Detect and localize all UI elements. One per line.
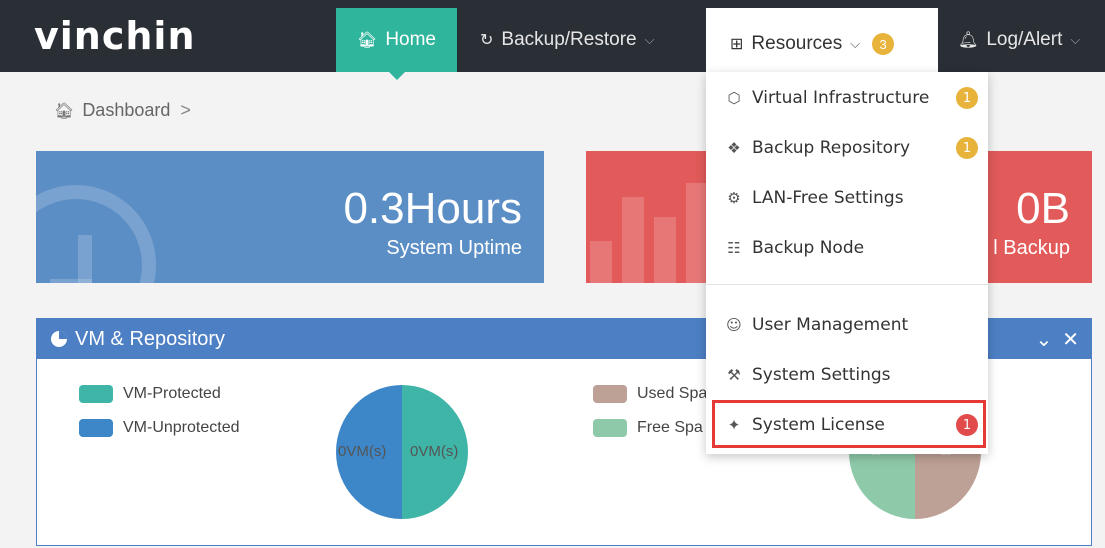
chevron-down-icon: ⌵ [1070,32,1081,47]
legend-label: Used Spa [637,385,708,402]
menu-item-lan-free-settings[interactable]: ⚙ LAN-Free Settings [706,178,988,218]
system-license-highlight [712,400,986,448]
nav-log-alert[interactable]: 🔔︎ Log/Alert ⌵ [958,8,1080,72]
nav-resources[interactable]: ⊞ Resources ⌵ 3 [706,8,938,80]
menu-item-system-settings[interactable]: ⚒ System Settings [706,355,988,395]
nav-resources-label: Resources [751,33,843,54]
menu-item-label: System Settings [752,365,891,385]
nav-home[interactable]: 🏠︎ Home [336,8,457,80]
uptime-value: 0.3Hours [343,184,522,233]
legend-vm-protected: VM-Protected [79,385,221,403]
menu-item-label: Backup Node [752,238,865,258]
chevron-down-icon: ⌵ [850,36,861,51]
wrench-icon: ⚒ [727,366,741,384]
menu-item-label: Backup Repository [752,138,911,158]
resources-badge: 3 [872,33,895,55]
panel-tools: ⌄ ✕ [1035,327,1079,352]
menu-badge: 1 [956,137,978,159]
menu-item-label: User Management [752,315,909,335]
vm-pie-chart[interactable]: 0VM(s) 0VM(s) [336,385,468,519]
user-icon: ☺ [726,316,742,334]
vinchin-logo[interactable]: vinchin [34,14,196,58]
backup-label: l Backup [993,237,1070,259]
sync-icon: ↻ [480,32,494,49]
nav-log-label: Log/Alert [986,29,1063,50]
legend-label: Free Spa [637,419,703,436]
chevron-down-icon: ⌵ [644,32,655,47]
menu-item-label: LAN-Free Settings [752,188,904,208]
pie-chart-icon [51,331,67,347]
legend-label: VM-Unprotected [123,419,240,436]
legend-vm-unprotected: VM-Unprotected [79,419,240,437]
bell-icon: 🔔︎ [958,32,979,49]
grid-icon: ⊞ [730,36,744,53]
gears-icon: ⚙ [727,189,741,207]
menu-badge: 1 [956,87,978,109]
menu-item-label: Virtual Infrastructure [752,88,930,108]
top-navbar: vinchin 🏠︎ Home ↻ Backup/Restore ⌵ ⊞ Res… [0,0,1105,80]
cubes-icon: ❖ [727,139,741,157]
active-indicator [387,71,406,80]
legend-swatch [593,419,627,437]
menu-item-user-management[interactable]: ☺ User Management [706,305,988,345]
pie-label-protected: 0VM(s) [410,443,459,460]
resources-dropdown-menu: ⬡ Virtual Infrastructure 1 ❖ Backup Repo… [706,72,988,454]
nav-backup-label: Backup/Restore [501,29,637,50]
menu-divider [706,284,988,285]
legend-label: VM-Protected [123,385,221,402]
nav-backup-restore[interactable]: ↻ Backup/Restore ⌵ [480,8,654,72]
close-icon[interactable]: ✕ [1062,327,1079,352]
legend-swatch [593,385,627,403]
legend-swatch [79,385,113,403]
menu-item-backup-repository[interactable]: ❖ Backup Repository 1 [706,128,988,168]
sitemap-icon: ☷ [727,239,741,257]
menu-item-virtual-infrastructure[interactable]: ⬡ Virtual Infrastructure 1 [706,78,988,118]
breadcrumb: 🏠︎ Dashboard > [54,100,191,121]
panel-title: VM & Repository [75,327,226,350]
collapse-icon[interactable]: ⌄ [1035,327,1052,352]
breadcrumb-dashboard[interactable]: Dashboard [82,100,170,121]
legend-used-space: Used Spa [593,385,707,403]
home-icon: 🏠︎ [357,32,378,49]
nav-home-label: Home [385,29,436,50]
home-icon: 🏠︎ [54,102,75,120]
backup-value: 0B [1016,184,1070,233]
legend-swatch [79,419,113,437]
breadcrumb-separator: > [180,100,191,120]
uptime-label: System Uptime [386,237,522,259]
legend-free-space: Free Spa [593,419,703,437]
clock-icon [36,185,156,283]
cube-icon: ⬡ [727,89,741,107]
menu-item-backup-node[interactable]: ☷ Backup Node [706,228,988,268]
uptime-tile: 0.3Hours System Uptime [36,151,544,283]
pie-label-unprotected: 0VM(s) [338,443,387,460]
